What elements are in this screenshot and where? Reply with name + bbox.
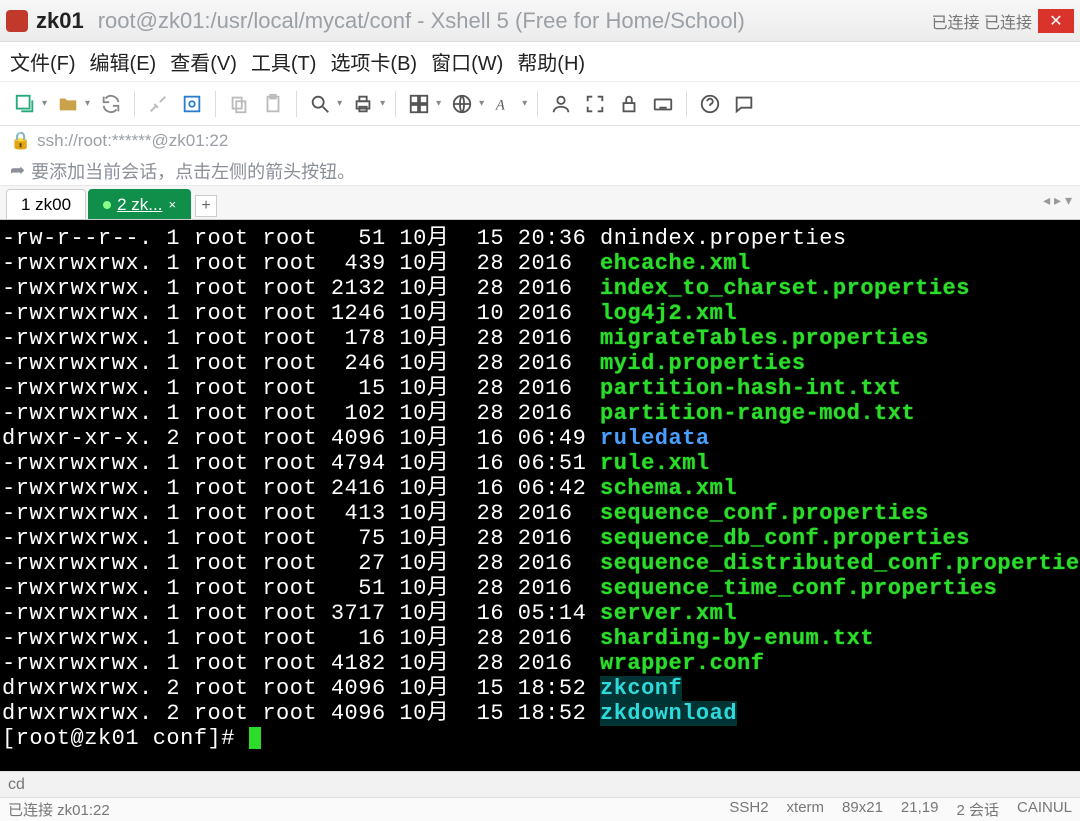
arrow-icon: ➦ [10, 160, 25, 181]
dropdown-icon[interactable]: ▾ [479, 98, 484, 109]
menu-edit[interactable]: 编辑(E) [90, 47, 157, 76]
tab-close-icon[interactable]: × [168, 197, 176, 212]
tab-zk01[interactable]: 2 zk... × [88, 189, 191, 219]
status-sessions: 2 会话 [956, 799, 999, 820]
svg-text:A: A [495, 97, 505, 113]
lock-button[interactable] [614, 89, 644, 119]
dropdown-icon[interactable]: ▾ [85, 98, 90, 109]
user-button[interactable] [546, 89, 576, 119]
menu-bar: 文件(F) 编辑(E) 查看(V) 工具(T) 选项卡(B) 窗口(W) 帮助(… [0, 42, 1080, 82]
session-name: zk01 [36, 8, 84, 34]
window-buttons: ✕ [1036, 9, 1074, 33]
dropdown-icon[interactable]: ▾ [337, 98, 342, 109]
open-button[interactable] [53, 89, 83, 119]
new-session-button[interactable] [10, 89, 40, 119]
globe-button[interactable] [447, 89, 477, 119]
dropdown-icon[interactable]: ▾ [522, 98, 527, 109]
menu-window[interactable]: 窗口(W) [431, 47, 503, 76]
command-input-bar[interactable]: cd [0, 771, 1080, 797]
terminal[interactable]: -rw-r--r--. 1 root root 51 10月 15 20:36 … [0, 220, 1080, 771]
add-tab-button[interactable]: + [195, 195, 217, 217]
properties-button[interactable] [177, 89, 207, 119]
app-window: zk01 root@zk01:/usr/local/mycat/conf - X… [0, 0, 1080, 821]
title-bar: zk01 root@zk01:/usr/local/mycat/conf - X… [0, 0, 1080, 42]
chat-button[interactable] [729, 89, 759, 119]
status-caps: CAINUL [1017, 799, 1072, 820]
menu-help[interactable]: 帮助(H) [517, 47, 585, 76]
print-button[interactable] [348, 89, 378, 119]
dropdown-icon[interactable]: ▾ [42, 98, 47, 109]
status-size: 89x21 [842, 799, 883, 820]
keyboard-button[interactable] [648, 89, 678, 119]
tab-zk00[interactable]: 1 zk00 [6, 189, 86, 219]
address-text[interactable]: ssh://root:******@zk01:22 [37, 131, 228, 151]
connection-status-text: 已连接 已连接 [932, 9, 1032, 33]
reconnect-button[interactable] [96, 89, 126, 119]
link-button[interactable] [143, 89, 173, 119]
menu-view[interactable]: 查看(V) [170, 47, 237, 76]
tile-button[interactable] [404, 89, 434, 119]
tab-nav-icons[interactable]: ◂ ▸ ▾ [1043, 192, 1072, 209]
status-protocol: SSH2 [729, 799, 768, 820]
close-button[interactable]: ✕ [1038, 9, 1074, 33]
search-button[interactable] [305, 89, 335, 119]
menu-tab[interactable]: 选项卡(B) [330, 47, 417, 76]
app-icon [6, 10, 28, 32]
window-title: root@zk01:/usr/local/mycat/conf - Xshell… [98, 8, 932, 34]
status-cursor: 21,19 [901, 799, 939, 820]
status-dot-icon [103, 201, 111, 209]
toolbar: ▾ ▾ ▾ ▾ ▾ ▾ A ▾ [0, 82, 1080, 126]
help-button[interactable] [695, 89, 725, 119]
font-button[interactable]: A [490, 89, 520, 119]
tab-label: 1 zk00 [21, 195, 71, 215]
status-connection: 已连接 zk01:22 [8, 799, 110, 820]
fullscreen-button[interactable] [580, 89, 610, 119]
status-term: xterm [787, 799, 825, 820]
dropdown-icon[interactable]: ▾ [380, 98, 385, 109]
menu-file[interactable]: 文件(F) [10, 47, 76, 76]
paste-button[interactable] [258, 89, 288, 119]
menu-tools[interactable]: 工具(T) [251, 47, 317, 76]
tab-label: 2 zk... [117, 195, 162, 215]
session-tabs: 1 zk00 2 zk... × + ◂ ▸ ▾ [0, 186, 1080, 220]
address-bar: 🔒 ssh://root:******@zk01:22 [0, 126, 1080, 156]
lock-icon: 🔒 [10, 131, 31, 151]
status-bar: 已连接 zk01:22 SSH2 xterm 89x21 21,19 2 会话 … [0, 797, 1080, 821]
copy-button[interactable] [224, 89, 254, 119]
dropdown-icon[interactable]: ▾ [436, 98, 441, 109]
hint-bar: ➦ 要添加当前会话，点击左侧的箭头按钮。 [0, 156, 1080, 186]
hint-text: 要添加当前会话，点击左侧的箭头按钮。 [31, 158, 355, 184]
command-text: cd [8, 776, 25, 794]
